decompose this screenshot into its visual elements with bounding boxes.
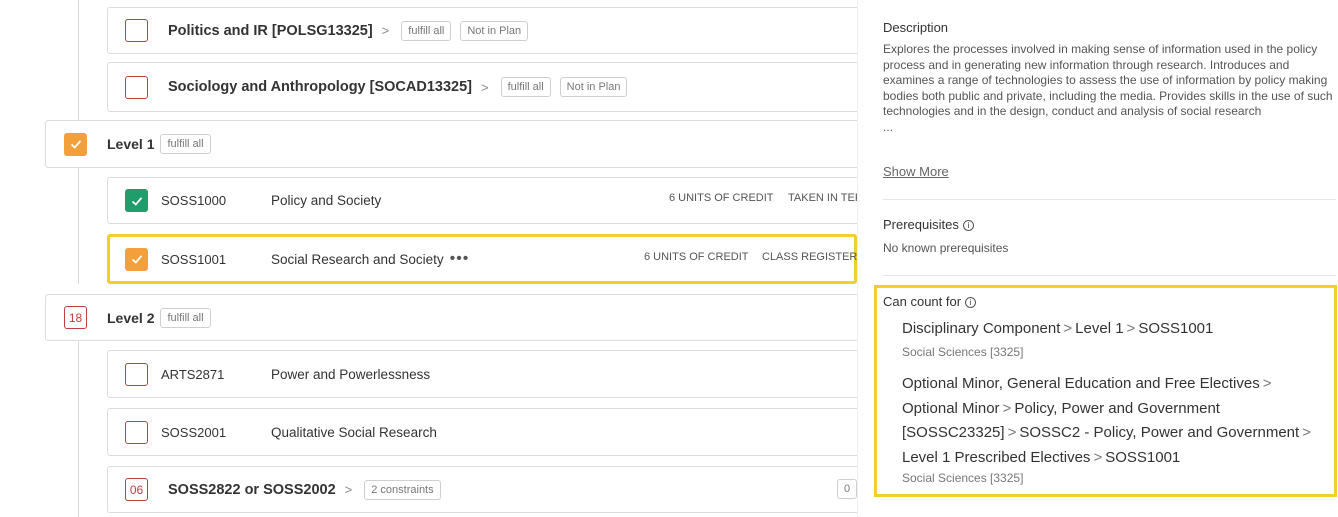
path-segment: SOSSC2 - Policy, Power and Government bbox=[1019, 424, 1300, 441]
count-path[interactable]: Optional Minor, General Education and Fr… bbox=[902, 372, 1322, 470]
course-code: SOSS1000 bbox=[161, 193, 227, 208]
level-title: Level 1 bbox=[107, 136, 155, 152]
level-1-row[interactable]: Level 1 fulfill all bbox=[45, 120, 857, 168]
chevron-right-icon[interactable]: > bbox=[481, 80, 489, 95]
chevron-right-icon: > bbox=[1093, 448, 1103, 466]
checkbox-checked[interactable] bbox=[125, 189, 148, 212]
description-ellipsis: ... bbox=[883, 119, 894, 134]
course-status: CLASS REGISTERE bbox=[762, 251, 857, 263]
check-icon bbox=[131, 255, 142, 264]
path-segment: SOSS1001 bbox=[1138, 320, 1214, 337]
group-row-sociology[interactable]: Sociology and Anthropology [SOCAD13325] … bbox=[107, 62, 857, 112]
path-segment: Level 1 Prescribed Electives bbox=[902, 448, 1091, 466]
path-program: Social Sciences [3325] bbox=[902, 471, 1024, 485]
description-body: Explores the processes involved in makin… bbox=[883, 42, 1333, 118]
info-icon[interactable]: i bbox=[962, 220, 974, 231]
remaining-units-badge: 06 bbox=[125, 478, 148, 501]
course-code: ARTS2871 bbox=[161, 366, 225, 382]
divider bbox=[883, 275, 1336, 276]
divider bbox=[883, 199, 1336, 200]
info-icon[interactable]: i bbox=[965, 297, 977, 308]
more-options-icon[interactable]: ••• bbox=[450, 250, 470, 268]
group-title: Sociology and Anthropology [SOCAD13325] bbox=[168, 79, 472, 95]
path-segment: Optional Minor bbox=[902, 399, 1000, 417]
group-row-soss2822-or-soss2002[interactable]: 06 SOSS2822 or SOSS2002 > 2 constraints … bbox=[107, 466, 857, 513]
chevron-right-icon: > bbox=[1063, 320, 1073, 337]
chevron-right-icon: > bbox=[1302, 424, 1311, 441]
check-icon bbox=[131, 196, 142, 206]
course-units: 6 UNITS OF CREDIT bbox=[644, 251, 749, 263]
chevron-right-icon[interactable]: > bbox=[345, 482, 353, 497]
show-more-link[interactable]: Show More bbox=[883, 164, 949, 179]
count-path[interactable]: Disciplinary Component > Level 1 > SOSS1001 bbox=[902, 317, 1322, 342]
chevron-right-icon: > bbox=[1007, 424, 1017, 441]
chevron-right-icon[interactable]: > bbox=[382, 23, 390, 38]
checkbox-checked[interactable] bbox=[64, 132, 87, 156]
course-row-soss2001[interactable]: SOSS2001 Qualitative Social Research bbox=[107, 408, 857, 456]
chevron-right-icon: > bbox=[1002, 399, 1012, 417]
course-title: Policy and Society bbox=[271, 193, 382, 208]
course-row-soss1001[interactable]: SOSS1001 Social Research and Society •••… bbox=[107, 234, 857, 284]
chevron-right-icon: > bbox=[1262, 375, 1272, 392]
fulfill-all-chip: fulfill all bbox=[160, 307, 211, 328]
course-code: SOSS1001 bbox=[161, 251, 227, 267]
path-segment: Level 1 bbox=[1075, 320, 1124, 337]
tree-connector bbox=[78, 341, 79, 517]
can-count-for-label: Can count for i bbox=[883, 294, 977, 309]
requirements-tree: Politics and IR [POLSG13325] > fulfill a… bbox=[0, 0, 857, 517]
checkbox-empty[interactable] bbox=[125, 75, 148, 99]
course-units: 6 UNITS OF CREDIT bbox=[669, 192, 774, 204]
remaining-units-badge: 18 bbox=[64, 306, 87, 329]
group-title: SOSS2822 or SOSS2002 bbox=[168, 481, 336, 498]
description-label: Description bbox=[883, 20, 949, 35]
course-title: Social Research and Society bbox=[271, 251, 444, 267]
path-segment: SOSS1001 bbox=[1105, 448, 1181, 466]
level-2-row[interactable]: 18 Level 2 fulfill all bbox=[45, 294, 857, 341]
path-segment: Optional Minor, General Education and Fr… bbox=[902, 375, 1260, 392]
course-title: Qualitative Social Research bbox=[271, 424, 437, 440]
course-code: SOSS2001 bbox=[161, 424, 227, 440]
path-segment: Disciplinary Component bbox=[902, 320, 1061, 337]
prerequisites-title: Prerequisites bbox=[883, 217, 959, 232]
not-in-plan-chip: Not in Plan bbox=[559, 77, 628, 97]
checkbox-empty[interactable] bbox=[125, 362, 148, 386]
can-count-for-title: Can count for bbox=[883, 294, 962, 309]
course-title: Power and Powerlessness bbox=[271, 366, 431, 382]
not-in-plan-chip: Not in Plan bbox=[460, 20, 529, 41]
description-text: Explores the processes involved in makin… bbox=[883, 42, 1333, 135]
trailing-chip: 0 bbox=[837, 479, 857, 499]
level-title: Level 2 bbox=[107, 309, 155, 326]
check-icon bbox=[70, 140, 81, 149]
checkbox-checked[interactable] bbox=[125, 247, 148, 271]
prerequisites-text: No known prerequisites bbox=[883, 241, 1009, 255]
path-program: Social Sciences [3325] bbox=[902, 345, 1024, 359]
course-status: TAKEN IN TEF bbox=[788, 192, 857, 204]
course-row-soss1000[interactable]: SOSS1000 Policy and Society 6 UNITS OF C… bbox=[107, 177, 857, 224]
fulfill-all-chip: fulfill all bbox=[401, 20, 452, 41]
checkbox-empty[interactable] bbox=[125, 19, 148, 42]
fulfill-all-chip: fulfill all bbox=[160, 134, 211, 154]
group-row-politics[interactable]: Politics and IR [POLSG13325] > fulfill a… bbox=[107, 7, 857, 54]
course-detail-panel: Description Explores the processes invol… bbox=[857, 0, 1338, 517]
prerequisites-label: Prerequisites i bbox=[883, 217, 974, 232]
group-title: Politics and IR [POLSG13325] bbox=[168, 22, 373, 39]
checkbox-empty[interactable] bbox=[125, 420, 148, 444]
course-row-arts2871[interactable]: ARTS2871 Power and Powerlessness bbox=[107, 350, 857, 398]
fulfill-all-chip: fulfill all bbox=[500, 77, 551, 97]
constraints-chip: 2 constraints bbox=[364, 479, 441, 500]
tree-connector bbox=[78, 168, 79, 284]
tree-connector bbox=[78, 0, 79, 120]
chevron-right-icon: > bbox=[1126, 320, 1136, 337]
